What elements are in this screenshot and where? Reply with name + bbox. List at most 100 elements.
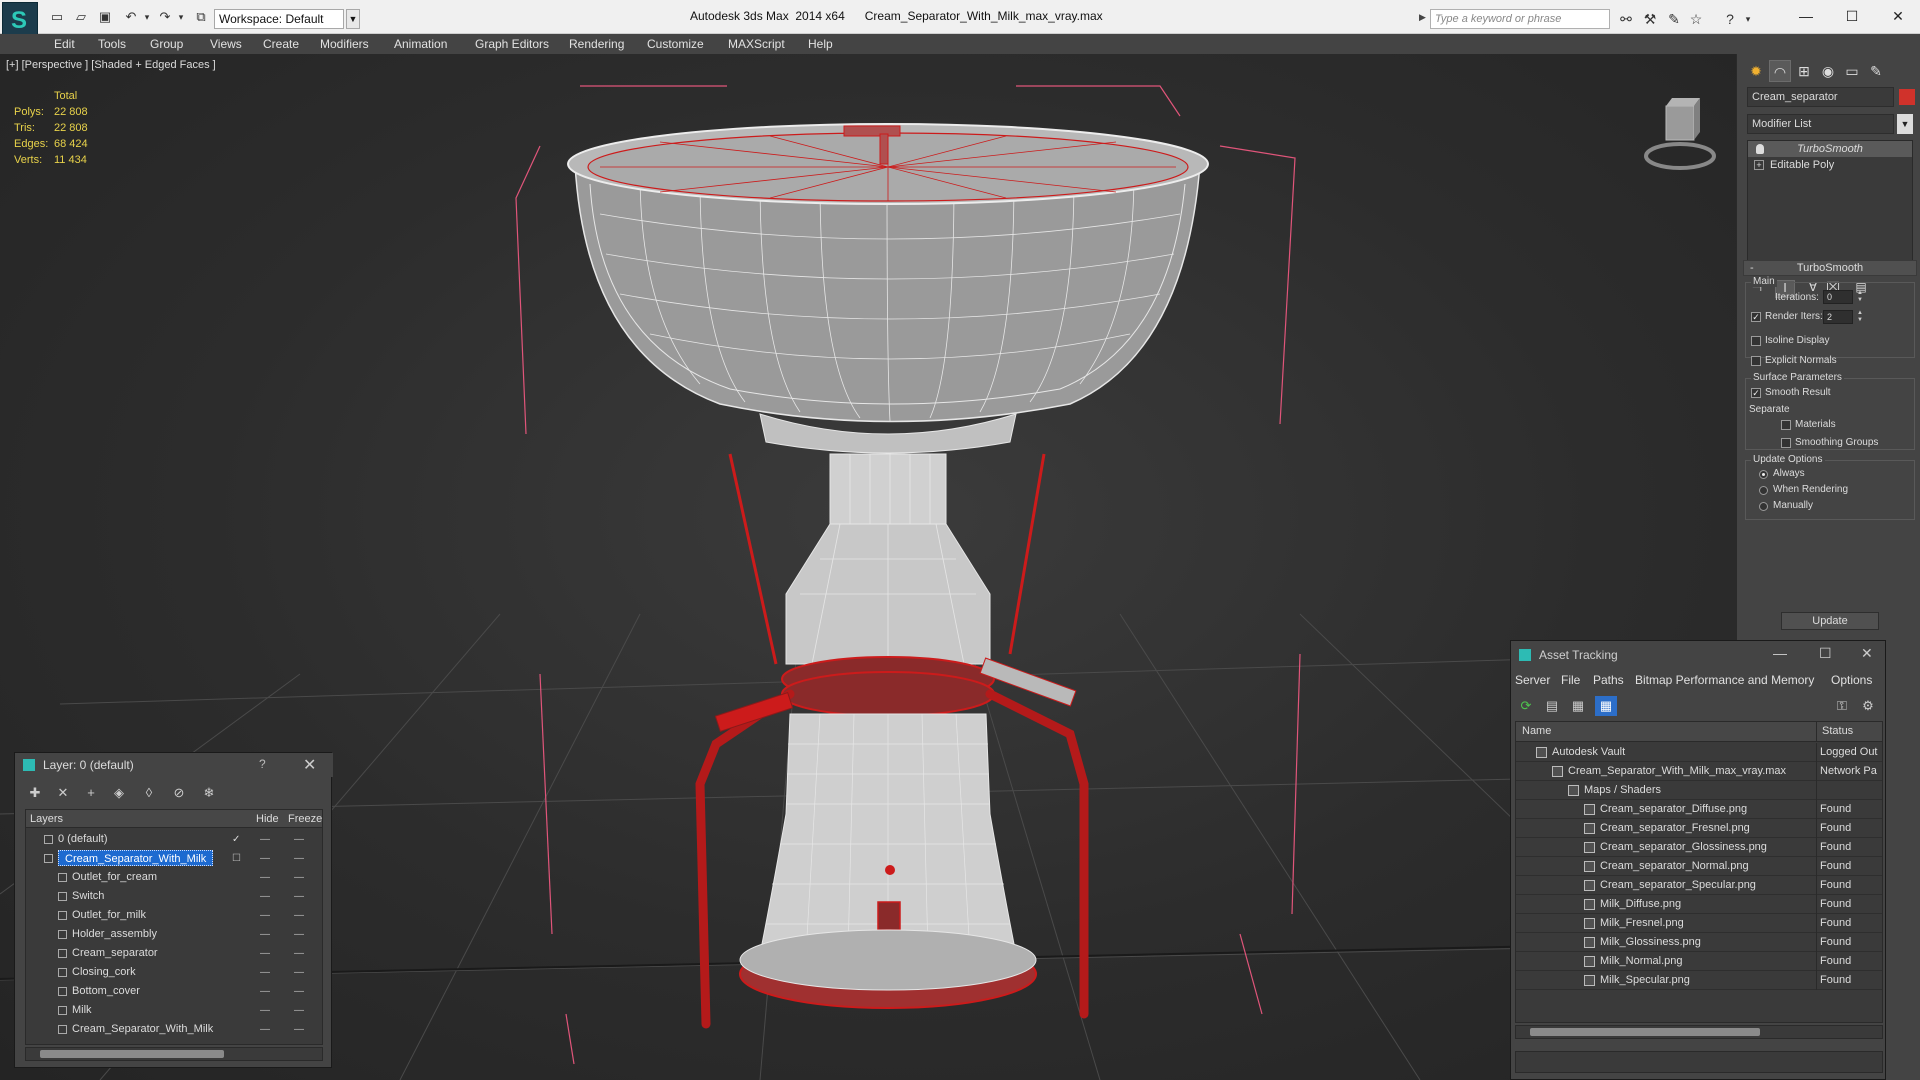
subscription-icon[interactable]: ⚒ bbox=[1640, 10, 1660, 28]
scrollbar-thumb[interactable] bbox=[40, 1050, 224, 1058]
asset-row[interactable]: Milk_Glossiness.png Found bbox=[1516, 933, 1882, 952]
menu-rendering[interactable]: Rendering bbox=[569, 37, 624, 51]
spinner-arrows-icon[interactable]: ▲ ▼ bbox=[1855, 290, 1865, 304]
vault-login-icon[interactable]: ⚿ bbox=[1831, 696, 1853, 716]
freeze-column-header[interactable]: Freeze bbox=[288, 813, 322, 825]
column-divider[interactable] bbox=[1816, 722, 1817, 742]
close-icon[interactable]: ✕ bbox=[1878, 4, 1918, 28]
open-file-icon[interactable]: ▱ bbox=[72, 9, 90, 25]
layer-row[interactable]: Switch — — bbox=[26, 887, 322, 906]
freeze-toggle[interactable]: — bbox=[294, 887, 304, 906]
menu-server[interactable]: Server bbox=[1515, 673, 1550, 687]
delete-layer-icon[interactable]: ✕ bbox=[53, 783, 73, 803]
freeze-toggle[interactable]: — bbox=[294, 982, 304, 1001]
layer-row[interactable]: Holder_assembly — — bbox=[26, 925, 322, 944]
menu-create[interactable]: Create bbox=[263, 37, 299, 51]
viewport-label[interactable]: [+] [Perspective ] [Shaded + Edged Faces… bbox=[6, 59, 216, 71]
when-rendering-radio[interactable] bbox=[1759, 486, 1768, 495]
modifier-list-dropdown[interactable]: Modifier List bbox=[1747, 114, 1894, 134]
asset-row[interactable]: Cream_separator_Normal.png Found bbox=[1516, 857, 1882, 876]
asset-row[interactable]: Cream_separator_Glossiness.png Found bbox=[1516, 838, 1882, 857]
freeze-toggle[interactable]: — bbox=[294, 868, 304, 887]
layer-row[interactable]: Cream_separator — — bbox=[26, 944, 322, 963]
render-iters-checkbox[interactable]: ✓ bbox=[1751, 312, 1761, 322]
layer-row[interactable]: 0 (default) ✓ — — bbox=[26, 830, 322, 849]
menu-modifiers[interactable]: Modifiers bbox=[320, 37, 369, 51]
layer-row-name[interactable]: Cream_separator bbox=[72, 944, 158, 963]
refresh-icon[interactable]: ⟳ bbox=[1515, 696, 1537, 716]
hide-toggle[interactable]: — bbox=[260, 1020, 270, 1039]
hide-toggle[interactable]: — bbox=[260, 963, 270, 982]
modify-tab-icon[interactable]: ◠ bbox=[1769, 60, 1791, 82]
stack-item-editable-poly[interactable]: + Editable Poly bbox=[1748, 157, 1912, 173]
hide-all-icon[interactable]: ⊘ bbox=[169, 783, 189, 803]
workspace-arrow-icon[interactable]: ▼ bbox=[346, 9, 360, 29]
search-expand-icon[interactable]: ▶ bbox=[1419, 12, 1426, 23]
layers-column-header[interactable]: Layers bbox=[30, 813, 63, 825]
hide-toggle[interactable]: — bbox=[260, 1001, 270, 1020]
display-tab-icon[interactable]: ▭ bbox=[1841, 60, 1863, 82]
table-view-icon[interactable]: ▦ bbox=[1595, 696, 1617, 716]
new-file-icon[interactable]: ▭ bbox=[48, 9, 66, 25]
layer-row-name[interactable]: Switch bbox=[72, 887, 104, 906]
close-icon[interactable]: ✕ bbox=[1861, 645, 1873, 662]
asset-row[interactable]: Milk_Normal.png Found bbox=[1516, 952, 1882, 971]
menu-maxscript[interactable]: MAXScript bbox=[728, 37, 785, 51]
app-menu-button[interactable]: S bbox=[2, 2, 38, 38]
vault-settings-icon[interactable]: ⚙ bbox=[1857, 696, 1879, 716]
render-iters-spinner[interactable]: 2 bbox=[1823, 310, 1853, 324]
collapse-icon[interactable]: - bbox=[1750, 261, 1754, 275]
list-view-icon[interactable]: ▤ bbox=[1541, 696, 1563, 716]
workspace-dropdown[interactable]: Workspace: Default bbox=[214, 9, 344, 29]
help-icon[interactable]: ? bbox=[1720, 10, 1740, 28]
stack-item-turbosmooth[interactable]: TurboSmooth bbox=[1748, 141, 1912, 157]
freeze-toggle[interactable]: — bbox=[294, 963, 304, 982]
freeze-toggle[interactable]: — bbox=[294, 925, 304, 944]
layer-row[interactable]: Outlet_for_cream — — bbox=[26, 868, 322, 887]
search-input[interactable]: Type a keyword or phrase bbox=[1430, 9, 1610, 29]
hide-toggle[interactable]: — bbox=[260, 944, 270, 963]
hide-toggle[interactable]: — bbox=[260, 849, 270, 868]
hierarchy-tab-icon[interactable]: ⊞ bbox=[1793, 60, 1815, 82]
asset-row[interactable]: Cream_separator_Diffuse.png Found bbox=[1516, 800, 1882, 819]
layer-row[interactable]: Cream_Separator_With_Milk ☐ — — bbox=[26, 849, 322, 868]
create-tab-icon[interactable]: ✹ bbox=[1745, 60, 1767, 82]
undo-dropdown-icon[interactable]: ▾ bbox=[138, 9, 156, 25]
utilities-tab-icon[interactable]: ✎ bbox=[1865, 60, 1887, 82]
minimize-icon[interactable]: — bbox=[1773, 645, 1787, 661]
menu-group[interactable]: Group bbox=[150, 37, 183, 51]
help-icon[interactable]: ? bbox=[259, 757, 266, 771]
layer-row-name[interactable]: Cream_Separator_With_Milk bbox=[72, 1020, 213, 1039]
communication-icon[interactable]: ✎ bbox=[1664, 10, 1684, 28]
update-button[interactable]: Update bbox=[1781, 612, 1879, 630]
object-name-field[interactable]: Cream_separator bbox=[1747, 87, 1894, 107]
hide-toggle[interactable]: — bbox=[260, 925, 270, 944]
asset-row[interactable]: Milk_Specular.png Found bbox=[1516, 971, 1882, 990]
menu-animation[interactable]: Animation bbox=[394, 37, 447, 51]
layer-row-name[interactable]: Bottom_cover bbox=[72, 982, 140, 1001]
rollout-header[interactable]: - TurboSmooth bbox=[1743, 260, 1917, 276]
isoline-display-checkbox[interactable] bbox=[1751, 336, 1761, 346]
freeze-toggle[interactable]: — bbox=[294, 1001, 304, 1020]
asset-row[interactable]: Milk_Diffuse.png Found bbox=[1516, 895, 1882, 914]
set-current-box-icon[interactable]: ☐ bbox=[232, 849, 241, 868]
layer-row[interactable]: Closing_cork — — bbox=[26, 963, 322, 982]
menu-file[interactable]: File bbox=[1561, 673, 1580, 687]
layer-window-title[interactable]: Layer: 0 (default) bbox=[15, 753, 333, 777]
menu-bitmap-performance[interactable]: Bitmap Performance and Memory bbox=[1635, 673, 1814, 687]
spinner-arrows-icon[interactable]: ▲ ▼ bbox=[1855, 310, 1865, 324]
menu-views[interactable]: Views bbox=[210, 37, 242, 51]
asset-row[interactable]: Cream_separator_Specular.png Found bbox=[1516, 876, 1882, 895]
layer-row-name[interactable]: Closing_cork bbox=[72, 963, 136, 982]
help-dropdown-icon[interactable]: ▾ bbox=[1738, 10, 1758, 28]
create-layer-icon[interactable]: ✚ bbox=[25, 783, 45, 803]
asset-scrollbar[interactable] bbox=[1515, 1025, 1883, 1039]
materials-checkbox[interactable] bbox=[1781, 420, 1791, 430]
thumbnail-view-icon[interactable]: ▦ bbox=[1567, 696, 1589, 716]
smoothing-groups-checkbox[interactable] bbox=[1781, 438, 1791, 448]
menu-help[interactable]: Help bbox=[808, 37, 833, 51]
asset-path-field[interactable] bbox=[1515, 1051, 1883, 1073]
modifier-list-arrow-icon[interactable]: ▼ bbox=[1897, 114, 1913, 134]
layer-row-name[interactable]: Outlet_for_milk bbox=[72, 906, 146, 925]
highlight-layer-icon[interactable]: ◊ bbox=[139, 783, 159, 803]
